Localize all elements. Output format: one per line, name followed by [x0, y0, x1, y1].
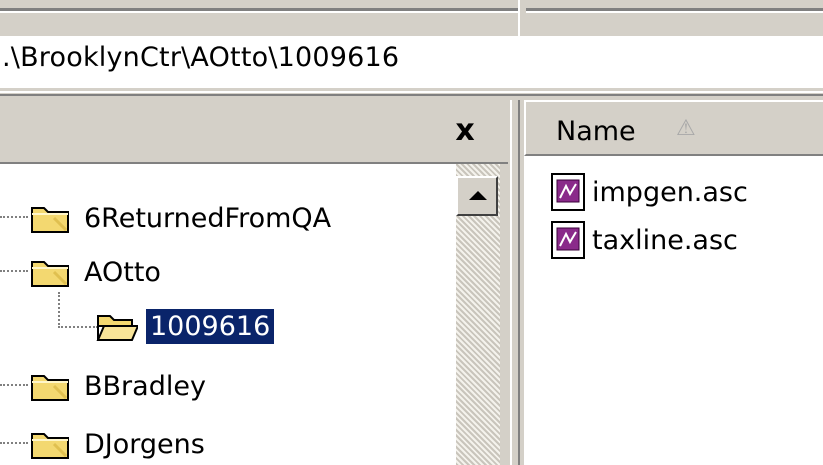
asc-file-icon — [551, 173, 585, 211]
file-item-impgen[interactable]: impgen.asc — [550, 170, 748, 214]
column-header-label: Name — [556, 116, 636, 147]
tree-connector — [0, 270, 28, 272]
tree-item-djorgens[interactable]: DJorgens — [30, 424, 209, 464]
tree-item-label: DJorgens — [84, 428, 205, 460]
address-bar[interactable]: .\BrooklynCtr\AOtto\1009616 — [0, 36, 823, 88]
column-header-name[interactable]: Name ⚠ — [524, 100, 823, 156]
file-item-taxline[interactable]: taxline.asc — [550, 218, 738, 262]
tree-item-label: 1009616 — [146, 308, 275, 344]
arrow-up-icon — [469, 191, 487, 200]
tree-item-bbradley[interactable]: BBradley — [30, 366, 210, 406]
tree-connector — [58, 292, 60, 328]
scroll-up-button[interactable] — [456, 176, 498, 216]
tree-item-6returnedfromqa[interactable]: 6ReturnedFromQA — [30, 198, 335, 238]
file-name: taxline.asc — [592, 224, 738, 256]
address-path[interactable]: .\BrooklynCtr\AOtto\1009616 — [2, 42, 399, 73]
toolbar-strip — [0, 0, 823, 36]
tree-connector — [0, 442, 28, 444]
folder-icon — [31, 261, 69, 287]
folder-icon — [31, 433, 69, 459]
open-folder-icon — [96, 315, 138, 341]
tree-item-label: BBradley — [84, 370, 206, 402]
pane-splitter[interactable] — [508, 100, 524, 465]
toolbar-separator — [518, 0, 526, 36]
sort-ascending-icon: ⚠ — [676, 116, 696, 141]
folder-tree[interactable]: 6ReturnedFromQA AOtto 1009616 BBradley D… — [0, 164, 456, 465]
tree-item-1009616[interactable]: 1009616 — [96, 306, 275, 346]
asc-file-icon — [551, 221, 585, 259]
close-pane-button[interactable]: x — [448, 114, 482, 148]
tree-item-aotto[interactable]: AOtto — [30, 252, 165, 292]
tree-connector — [0, 384, 28, 386]
tree-connector — [0, 216, 28, 218]
tree-connector — [58, 326, 98, 328]
folder-icon — [31, 207, 69, 233]
file-name: impgen.asc — [592, 176, 748, 208]
tree-item-label: AOtto — [84, 256, 161, 288]
folder-icon — [31, 375, 69, 401]
folders-pane-header: x — [0, 100, 508, 164]
address-grip — [0, 88, 823, 100]
tree-scrollbar[interactable] — [456, 164, 500, 465]
tree-item-label: 6ReturnedFromQA — [84, 202, 332, 234]
